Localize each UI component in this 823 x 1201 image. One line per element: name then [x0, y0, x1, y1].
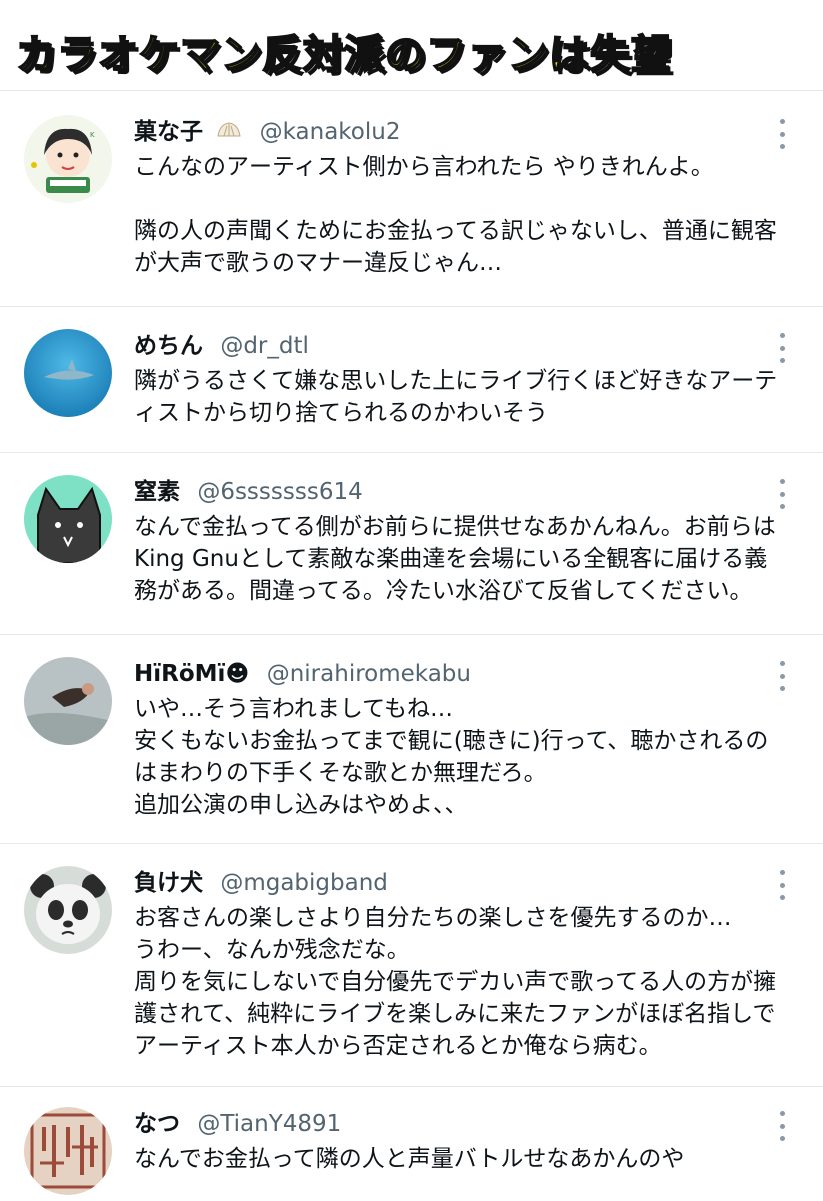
- user-handle[interactable]: @6sssssss614: [197, 479, 362, 505]
- tweet-line: が大声で歌うのマナー違反じゃん…: [134, 250, 502, 276]
- tweet[interactable]: 負け犬 @mgabigband お客さんの楽しさより自分たちの楽しさを優先するの…: [0, 844, 823, 1087]
- avatar[interactable]: [24, 657, 112, 745]
- tweet-line: 隣の人の声聞くためにお金払ってる訳じゃないし、普通に観客: [134, 218, 777, 244]
- tweet-line: なんでお金払って隣の人と声量バトルせなあかんのや: [134, 1146, 685, 1172]
- tweet[interactable]: 窒素 @6sssssss614 なんで金払ってる側がお前らに提供せなあかんねん。…: [0, 453, 823, 635]
- more-options-icon[interactable]: [777, 119, 787, 149]
- tweet-line: 周りを気にしないで自分優先でデカい声で歌ってる人の方が擁: [134, 969, 777, 995]
- banner-title: カラオケマン反対派のファンは失望: [15, 31, 672, 79]
- tweet-line: はまわりの下手くそな歌とか無理だろ。: [134, 760, 547, 786]
- tweet-line: うわー、なんか残念だな。: [134, 937, 410, 963]
- user-handle[interactable]: @nirahiromekabu: [267, 661, 471, 687]
- tweet-line: 隣がうるさくて嫌な思いした上にライブ行くほど好きなアーテ: [134, 368, 778, 394]
- display-name[interactable]: 負け犬: [134, 870, 203, 896]
- banner: カラオケマン反対派のファンは失望: [0, 0, 823, 84]
- tweet-line: 務がある。間違ってる。冷たい水浴びて反省してください。: [134, 578, 753, 604]
- tweet-text: いや…そう言われましてもね… 安くもないお金払ってまで観に(聴きに)行って、聴か…: [134, 693, 804, 821]
- avatar[interactable]: [24, 1107, 112, 1195]
- tweet-line: 追加公演の申し込みはやめよ、、: [134, 792, 468, 818]
- tweet-line: なんで金払ってる側がお前らに提供せなあかんねん。お前らは: [134, 514, 776, 540]
- avatar[interactable]: [24, 475, 112, 563]
- tweet-header: めちん @dr_dtl: [134, 331, 309, 361]
- tweet-header: 負け犬 @mgabigband: [134, 868, 388, 898]
- user-handle[interactable]: @mgabigband: [220, 870, 388, 896]
- tweet-line: アーティスト本人から否定されるとか俺なら病む。: [134, 1033, 662, 1059]
- svg-text:K: K: [90, 131, 95, 139]
- user-handle[interactable]: @TianY4891: [197, 1111, 341, 1137]
- avatar[interactable]: [24, 866, 112, 954]
- reply-feed: K 菓な子 @kanakolu2 こんなのアーティスト側から言われたら やりきれ…: [0, 91, 823, 1201]
- tweet-line: 護されて、純粋にライブを楽しみに来たファンがほぼ名指しで: [134, 1001, 776, 1027]
- tweet-text: 隣がうるさくて嫌な思いした上にライブ行くほど好きなアーテ ィストから切り捨てられ…: [134, 365, 804, 429]
- avatar[interactable]: [24, 329, 112, 417]
- display-name[interactable]: 菓な子: [134, 119, 203, 145]
- tweet-header: HïRöMï☻ @nirahiromekabu: [134, 659, 471, 689]
- tweet-text: なんでお金払って隣の人と声量バトルせなあかんのや: [134, 1143, 804, 1175]
- user-handle[interactable]: @kanakolu2: [260, 119, 401, 145]
- more-options-icon[interactable]: [777, 1111, 787, 1141]
- tweet[interactable]: K 菓な子 @kanakolu2 こんなのアーティスト側から言われたら やりきれ…: [0, 91, 823, 307]
- avatar[interactable]: K: [24, 115, 112, 203]
- more-options-icon[interactable]: [777, 333, 787, 363]
- tweet-line: お客さんの楽しさより自分たちの楽しさを優先するのか…: [134, 905, 732, 931]
- more-options-icon[interactable]: [777, 661, 787, 691]
- tweet-header: 窒素 @6sssssss614: [134, 477, 363, 507]
- display-name[interactable]: めちん: [134, 333, 203, 359]
- tweet-header: なつ @TianY4891: [134, 1109, 341, 1139]
- tweet[interactable]: めちん @dr_dtl 隣がうるさくて嫌な思いした上にライブ行くほど好きなアーテ…: [0, 307, 823, 453]
- tweet-text: お客さんの楽しさより自分たちの楽しさを優先するのか… うわー、なんか残念だな。 …: [134, 902, 804, 1062]
- tweet-header: 菓な子 @kanakolu2: [134, 117, 400, 147]
- tweet-text: こんなのアーティスト側から言われたら やりきれんよ。 隣の人の声聞くためにお金払…: [134, 151, 804, 279]
- more-options-icon[interactable]: [777, 870, 787, 900]
- tweet[interactable]: HïRöMï☻ @nirahiromekabu いや…そう言われましてもね… 安…: [0, 635, 823, 844]
- tweet-line: いや…そう言われましてもね…: [134, 696, 454, 722]
- tweet-line: ィストから切り捨てられるのかわいそう: [134, 400, 548, 426]
- display-name[interactable]: HïRöMï☻: [134, 661, 249, 687]
- tweet-line: こんなのアーティスト側から言われたら やりきれんよ。: [134, 154, 714, 180]
- shell-emoji-icon: [217, 122, 241, 137]
- tweet[interactable]: なつ @TianY4891 なんでお金払って隣の人と声量バトルせなあかんのや: [0, 1087, 823, 1201]
- user-handle[interactable]: @dr_dtl: [220, 333, 309, 359]
- tweet-line: 安くもないお金払ってまで観に(聴きに)行って、聴かされるの: [134, 728, 769, 754]
- more-options-icon[interactable]: [777, 479, 787, 509]
- tweet-text: なんで金払ってる側がお前らに提供せなあかんねん。お前らは King Gnuとして…: [134, 511, 804, 607]
- tweet-line: King Gnuとして素敵な楽曲達を会場にいる全観客に届ける義: [134, 546, 768, 572]
- display-name[interactable]: 窒素: [134, 479, 180, 505]
- display-name[interactable]: なつ: [134, 1111, 180, 1137]
